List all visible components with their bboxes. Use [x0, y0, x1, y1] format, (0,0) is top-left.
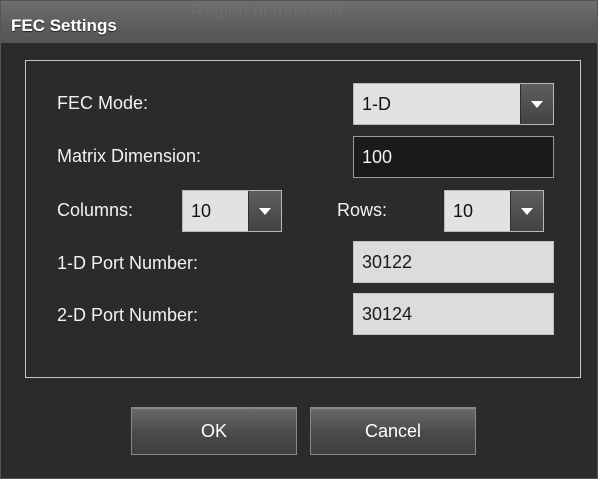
matrix-dimension-label: Matrix Dimension:	[57, 146, 202, 166]
fec-mode-value: 1-D	[362, 93, 392, 114]
dialog-title: FEC Settings	[11, 16, 117, 35]
port-1d-label: 1-D Port Number:	[57, 253, 199, 273]
port-2d-label: 2-D Port Number:	[57, 305, 199, 325]
rows-dropdown[interactable]: 10	[444, 190, 544, 232]
fec-settings-dialog: Region of Interests FEC Settings FEC Mod…	[0, 0, 598, 479]
background-window-text: Region of Interests	[191, 1, 343, 21]
cancel-button[interactable]: Cancel	[310, 407, 476, 455]
columns-value: 10	[191, 200, 212, 221]
columns-label: Columns:	[57, 200, 134, 220]
rows-label: Rows:	[337, 200, 388, 220]
matrix-dimension-field[interactable]: 100	[353, 136, 554, 178]
port-2d-field[interactable]: 30124	[353, 293, 554, 335]
title-bar[interactable]: Region of Interests FEC Settings	[1, 1, 597, 43]
columns-dropdown[interactable]: 10	[182, 190, 282, 232]
chevron-down-icon[interactable]	[510, 191, 543, 231]
rows-value: 10	[453, 200, 474, 221]
ok-button[interactable]: OK	[131, 407, 297, 455]
port-1d-field[interactable]: 30122	[353, 241, 554, 283]
fec-mode-dropdown[interactable]: 1-D	[353, 83, 554, 125]
fec-mode-label: FEC Mode:	[57, 93, 149, 113]
chevron-down-icon[interactable]	[248, 191, 281, 231]
chevron-down-icon[interactable]	[520, 84, 553, 124]
